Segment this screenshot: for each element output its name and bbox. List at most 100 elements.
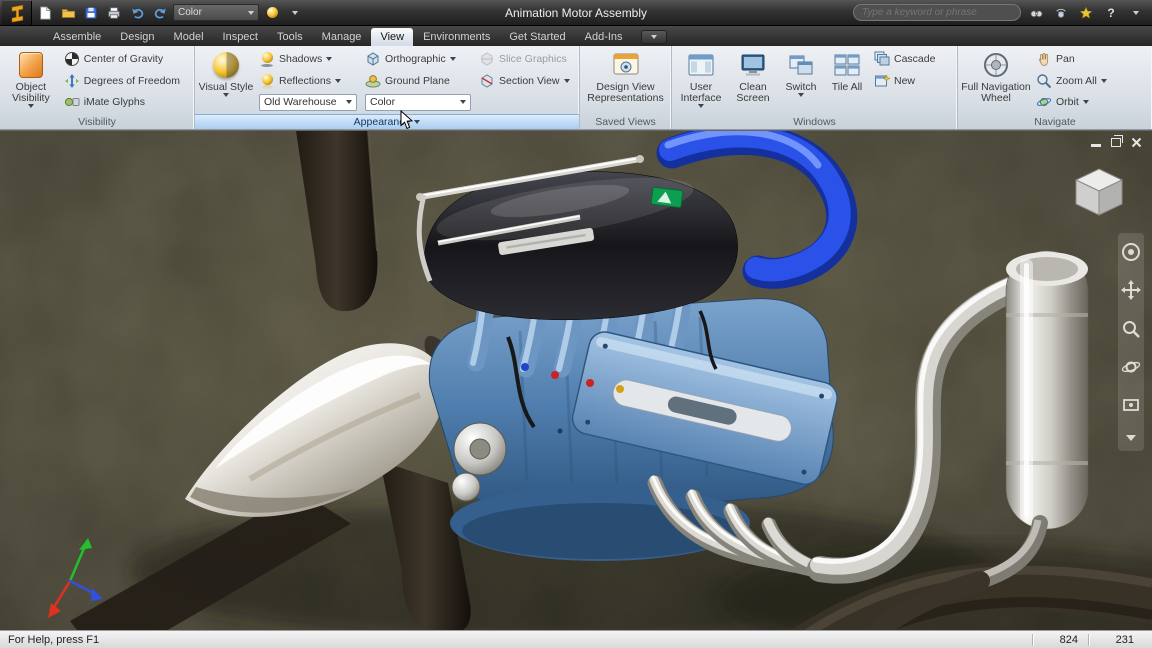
clean-screen-button[interactable]: Clean Screen [728, 48, 778, 114]
redo-button[interactable] [150, 4, 170, 22]
close-icon[interactable] [1131, 137, 1142, 148]
save-floppy-icon [85, 6, 97, 19]
minimize-icon[interactable] [1091, 144, 1101, 147]
orbit-button[interactable]: Orbit [1032, 92, 1144, 112]
undo-button[interactable] [127, 4, 147, 22]
open-folder-icon [61, 8, 75, 18]
chevron-down-icon [292, 10, 298, 15]
view-cube-icon [1074, 168, 1124, 216]
group-label-saved-views[interactable]: Saved Views [580, 114, 671, 129]
material-sphere-icon [266, 7, 278, 18]
ground-plane-button[interactable]: Ground Plane [361, 71, 475, 91]
tab-inspect[interactable]: Inspect [214, 28, 267, 46]
chevron-down-icon [698, 104, 704, 108]
favorites-button[interactable] [1076, 4, 1096, 22]
center-of-gravity-icon [64, 52, 79, 66]
orbit-icon[interactable] [1121, 357, 1141, 377]
object-visibility-button[interactable]: Object Visibility [2, 48, 60, 114]
chevron-down-icon [346, 100, 352, 104]
favorites-star-icon [1079, 6, 1093, 19]
look-at-icon[interactable] [1121, 395, 1141, 415]
full-navigation-wheel-icon [984, 53, 1008, 77]
navbar-more-icon[interactable] [1125, 434, 1137, 442]
print-button[interactable] [104, 4, 124, 22]
ribbon-display-toggle-button[interactable] [640, 30, 667, 44]
section-view-button[interactable]: Section View [475, 71, 575, 91]
infocenter-options-button[interactable] [1126, 4, 1146, 22]
new-file-icon [40, 5, 51, 20]
switch-windows-button[interactable]: Switch [778, 48, 824, 114]
group-label-visibility[interactable]: Visibility [0, 114, 194, 129]
quick-color-combo-value: Color [178, 7, 202, 18]
ribbon-tab-strip: Assemble Design Model Inspect Tools Mana… [0, 26, 1152, 46]
ribbon-group-appearance: Visual Style Shadows Reflections Old War… [195, 46, 580, 129]
graphics-viewport[interactable] [0, 130, 1152, 630]
restore-icon[interactable] [1111, 135, 1123, 147]
group-label-navigate[interactable]: Navigate [958, 114, 1152, 129]
visual-style-button[interactable]: Visual Style [197, 48, 255, 114]
full-navigation-wheel-button[interactable]: Full Navigation Wheel [960, 48, 1032, 114]
tab-assemble[interactable]: Assemble [44, 28, 110, 46]
user-interface-button[interactable]: User Interface [674, 48, 728, 114]
help-button[interactable]: ? [1101, 4, 1121, 22]
search-button[interactable] [1026, 4, 1046, 22]
tab-design[interactable]: Design [111, 28, 163, 46]
navigation-wheel-icon[interactable] [1121, 242, 1141, 262]
color-combo[interactable]: Color [365, 93, 471, 111]
group-label-appearance[interactable]: Appearance [195, 114, 579, 129]
tab-add-ins[interactable]: Add-Ins [576, 28, 632, 46]
material-button[interactable] [262, 4, 282, 22]
tab-environments[interactable]: Environments [414, 28, 499, 46]
tab-tools[interactable]: Tools [268, 28, 312, 46]
cascade-button[interactable]: Cascade [870, 49, 954, 69]
status-bar: For Help, press F1 824 231 [0, 630, 1152, 648]
design-view-representations-button[interactable]: Design View Representations [583, 48, 669, 114]
tab-model[interactable]: Model [165, 28, 213, 46]
orthographic-button[interactable]: Orthographic [361, 49, 475, 69]
degrees-of-freedom-button[interactable]: Degrees of Freedom [60, 71, 192, 91]
degrees-of-freedom-icon [64, 73, 79, 88]
pan-icon[interactable] [1121, 280, 1141, 301]
chevron-down-icon [1133, 10, 1139, 15]
tile-all-button[interactable]: Tile All [824, 48, 870, 114]
lighting-style-combo[interactable]: Old Warehouse [259, 93, 357, 111]
shadows-icon [261, 52, 273, 63]
engine-badge [650, 186, 684, 208]
open-button[interactable] [58, 4, 78, 22]
engine-model-canvas[interactable] [0, 131, 1152, 630]
view-cube[interactable] [1070, 163, 1128, 226]
tab-manage[interactable]: Manage [313, 28, 371, 46]
chevron-down-icon [326, 57, 333, 61]
orthographic-icon [367, 52, 379, 66]
shadows-button[interactable]: Shadows [255, 49, 361, 69]
orbit-icon [1036, 97, 1052, 107]
status-counters: 824 231 [1032, 633, 1144, 646]
communication-center-button[interactable] [1051, 4, 1071, 22]
chevron-down-icon [1082, 100, 1089, 104]
save-button[interactable] [81, 4, 101, 22]
new-file-button[interactable] [35, 4, 55, 22]
search-input[interactable] [853, 4, 1021, 21]
new-window-button[interactable]: New [870, 71, 954, 91]
imate-glyphs-icon [64, 97, 80, 107]
zoom-all-button[interactable]: Zoom All [1032, 71, 1144, 91]
tab-view[interactable]: View [371, 28, 414, 46]
reflections-button[interactable]: Reflections [255, 71, 361, 91]
document-window-controls [1091, 135, 1142, 148]
tab-get-started[interactable]: Get Started [500, 28, 574, 46]
occurrence-count: 824 [1032, 633, 1088, 646]
chevron-down-icon [650, 35, 657, 39]
chevron-down-icon [1100, 78, 1107, 83]
group-label-windows[interactable]: Windows [672, 114, 957, 129]
center-of-gravity-button[interactable]: Center of Gravity [60, 49, 192, 69]
zoom-icon[interactable] [1121, 319, 1141, 339]
pan-button[interactable]: Pan [1032, 49, 1144, 69]
inventor-logo[interactable] [2, 0, 32, 25]
help-icon: ? [1107, 5, 1115, 20]
imate-glyphs-button[interactable]: iMate Glyphs [60, 92, 192, 112]
file-count: 231 [1088, 633, 1144, 646]
quick-color-combo[interactable]: Color [173, 4, 259, 21]
customize-qat-button[interactable] [285, 4, 305, 22]
switch-windows-icon [789, 55, 813, 75]
title-bar: Color Animation Motor Assembly Type a ke… [0, 0, 1152, 26]
